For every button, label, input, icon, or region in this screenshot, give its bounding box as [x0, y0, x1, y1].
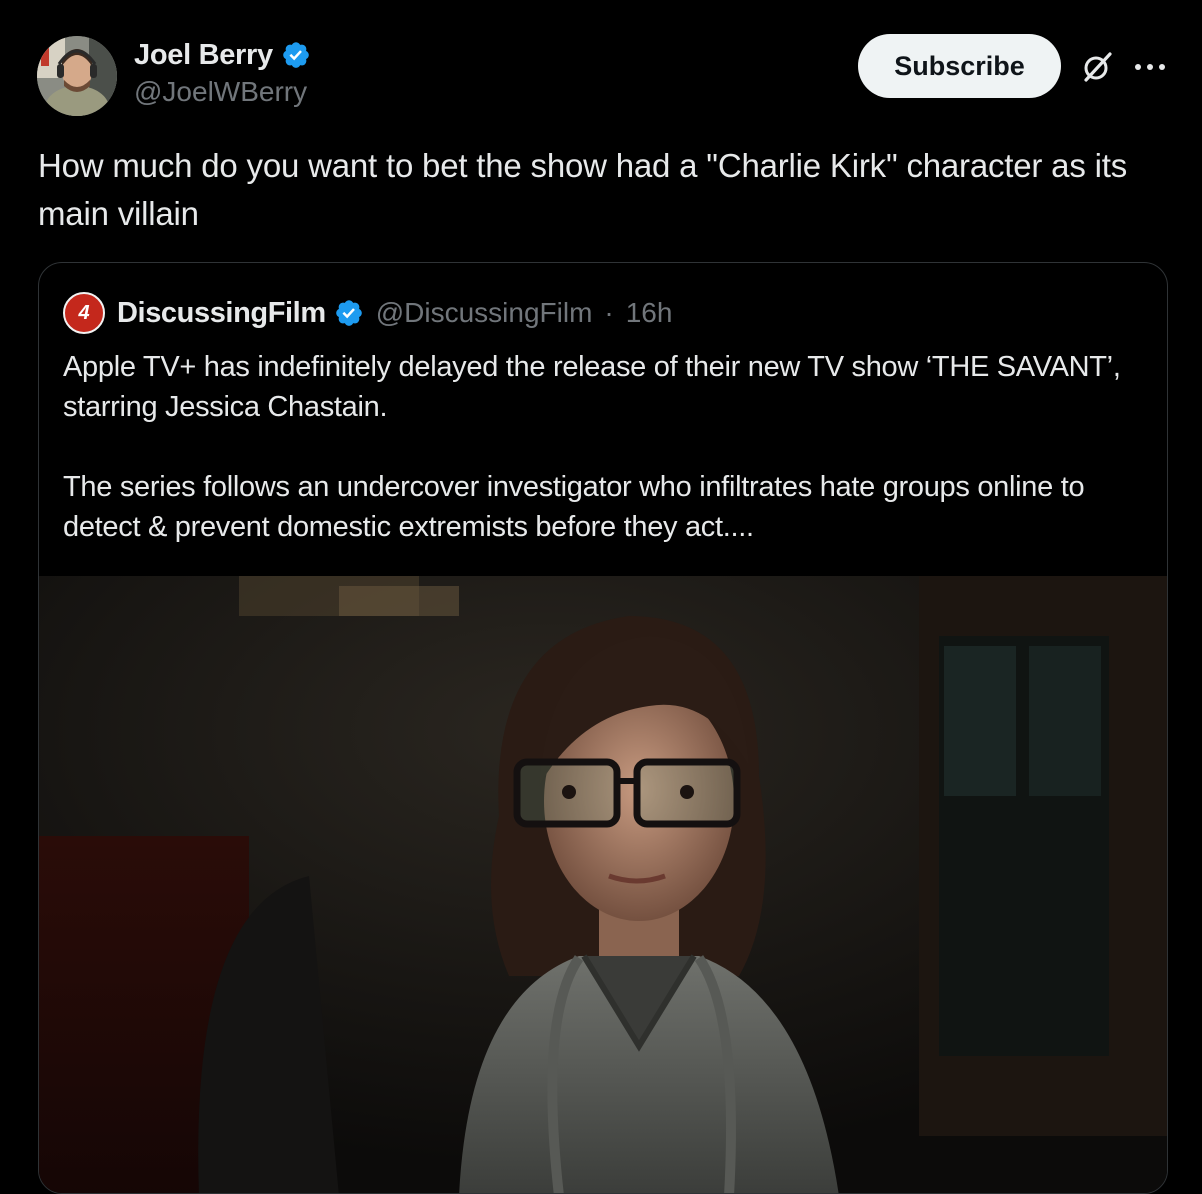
tweet: Joel Berry @JoelWBerry Subscribe How muc…	[0, 0, 1202, 1194]
subscribe-button[interactable]: Subscribe	[858, 34, 1061, 98]
quote-author-avatar[interactable]: 4	[63, 292, 105, 334]
author-handle[interactable]: @JoelWBerry	[134, 76, 307, 108]
quote-author-handle[interactable]: @DiscussingFilm	[376, 297, 593, 329]
tweet-text: How much do you want to bet the show had…	[38, 147, 1127, 232]
quote-paragraph: Apple TV+ has indefinitely delayed the r…	[63, 351, 1121, 423]
quote-author-name[interactable]: DiscussingFilm	[117, 297, 326, 330]
author-name[interactable]: Joel Berry	[134, 39, 273, 72]
grok-icon[interactable]	[1080, 50, 1114, 84]
more-options-icon[interactable]	[1132, 50, 1168, 84]
quote-paragraph: The series follows an undercover investi…	[63, 471, 1085, 543]
quote-timestamp[interactable]: 16h	[626, 297, 673, 329]
quote-text: Apple TV+ has indefinitely delayed the r…	[63, 347, 1123, 547]
quoted-tweet-card[interactable]: 4 DiscussingFilm @DiscussingFilm · 16h A…	[38, 262, 1168, 1194]
author-name-row: Joel Berry	[134, 36, 311, 74]
still-woman-with-glasses-image	[39, 576, 1167, 1193]
person-with-headphones-avatar	[37, 36, 117, 116]
verified-badge-icon[interactable]	[281, 40, 311, 70]
quote-avatar-letter: 4	[78, 301, 90, 324]
author-avatar[interactable]	[37, 36, 117, 116]
quote-media-image[interactable]	[39, 576, 1167, 1193]
quote-separator: ·	[604, 297, 614, 328]
quote-header: 4 DiscussingFilm @DiscussingFilm · 16h	[63, 292, 673, 334]
quote-verified-badge-icon	[334, 298, 364, 328]
